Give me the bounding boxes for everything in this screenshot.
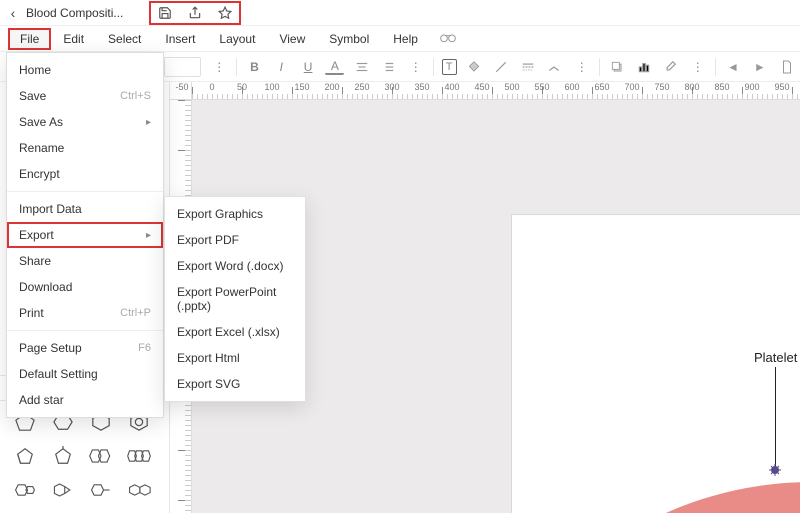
italic-icon[interactable]: I xyxy=(272,57,291,77)
blood-vessel-graphic[interactable] xyxy=(512,415,800,513)
file-menu-rename[interactable]: Rename xyxy=(7,135,163,161)
menu-edit[interactable]: Edit xyxy=(51,28,96,50)
export-export-excel-xlsx-[interactable]: Export Excel (.xlsx) xyxy=(165,319,305,345)
ruler-tick: -50 xyxy=(175,82,188,92)
menu-view[interactable]: View xyxy=(267,28,317,50)
file-menu-share[interactable]: Share xyxy=(7,248,163,274)
export-export-powerpoint-pptx-[interactable]: Export PowerPoint (.pptx) xyxy=(165,279,305,319)
chevron-right-icon: ▸ xyxy=(146,117,151,128)
bold-icon[interactable]: B xyxy=(245,57,264,77)
chart-icon[interactable] xyxy=(634,57,653,77)
back-chevron-icon[interactable]: ‹ xyxy=(6,5,20,21)
align-icon[interactable] xyxy=(352,57,371,77)
ruler-tick: 200 xyxy=(324,82,339,92)
file-menu-default-setting[interactable]: Default Setting xyxy=(7,361,163,387)
file-dropdown: HomeSaveCtrl+SSave As▸RenameEncrypt Impor… xyxy=(6,52,164,418)
file-menu-home[interactable]: Home xyxy=(7,57,163,83)
ruler-tick: 450 xyxy=(474,82,489,92)
file-menu-page-setup[interactable]: Page SetupF6 xyxy=(7,335,163,361)
menu-help[interactable]: Help xyxy=(381,28,430,50)
shape-anthracene[interactable] xyxy=(122,441,156,471)
page[interactable]: Platelet xyxy=(512,215,800,513)
text-tool-icon[interactable]: T xyxy=(442,59,457,75)
shape-naphthalene[interactable] xyxy=(84,441,118,471)
shape-pyrrole[interactable] xyxy=(46,441,80,471)
ruler-tick: 0 xyxy=(209,82,214,92)
ruler-tick: 850 xyxy=(714,82,729,92)
file-menu-encrypt[interactable]: Encrypt xyxy=(7,161,163,187)
export-submenu: Export GraphicsExport PDFExport Word (.d… xyxy=(164,196,306,402)
ruler-tick: 900 xyxy=(744,82,759,92)
file-menu-download[interactable]: Download xyxy=(7,274,163,300)
file-menu-export[interactable]: Export▸ xyxy=(7,222,163,248)
star-icon[interactable] xyxy=(217,5,233,21)
menu-insert[interactable]: Insert xyxy=(153,28,207,50)
font-color-icon[interactable]: A xyxy=(325,59,344,75)
eyedropper-icon[interactable] xyxy=(661,57,680,77)
more-shape-icon[interactable]: ⋮ xyxy=(572,57,591,77)
ruler-tick: 100 xyxy=(264,82,279,92)
ruler-tick: 950 xyxy=(774,82,789,92)
connector-icon[interactable] xyxy=(545,57,564,77)
ruler-tick: 350 xyxy=(414,82,429,92)
shape-cyclopentane[interactable] xyxy=(8,441,42,471)
ruler-tick: 800 xyxy=(684,82,699,92)
ruler-horizontal: -500501001502002503003504004505005506006… xyxy=(192,82,800,100)
ruler-tick: 300 xyxy=(384,82,399,92)
binoculars-icon[interactable] xyxy=(430,27,466,50)
ruler-tick: 50 xyxy=(237,82,247,92)
export-export-word-docx-[interactable]: Export Word (.docx) xyxy=(165,253,305,279)
ruler-tick: 550 xyxy=(534,82,549,92)
file-menu-save[interactable]: SaveCtrl+S xyxy=(7,83,163,109)
prev-page-icon[interactable]: ◄ xyxy=(724,57,743,77)
shape-fused-2[interactable] xyxy=(46,475,80,505)
ruler-tick: 650 xyxy=(594,82,609,92)
line-icon[interactable] xyxy=(491,57,510,77)
titlebar: ‹ Blood Compositi... xyxy=(0,0,800,26)
fill-icon[interactable] xyxy=(465,57,484,77)
file-menu-add-star[interactable]: Add star xyxy=(7,387,163,413)
ruler-tick: 500 xyxy=(504,82,519,92)
save-icon[interactable] xyxy=(157,5,173,21)
shape-fused-4[interactable] xyxy=(122,475,156,505)
shape-fused-1[interactable] xyxy=(8,475,42,505)
shape-fused-3[interactable] xyxy=(84,475,118,505)
more-text-icon[interactable]: ⋮ xyxy=(406,57,425,77)
menu-layout[interactable]: Layout xyxy=(207,28,267,50)
file-menu-import-data[interactable]: Import Data xyxy=(7,196,163,222)
menubar: File Edit Select Insert Layout View Symb… xyxy=(0,26,800,52)
document-title: Blood Compositi... xyxy=(26,6,123,20)
list-icon[interactable] xyxy=(379,57,398,77)
ruler-tick: 150 xyxy=(294,82,309,92)
line-style-icon[interactable] xyxy=(518,57,537,77)
menu-symbol[interactable]: Symbol xyxy=(317,28,381,50)
export-export-html[interactable]: Export Html xyxy=(165,345,305,371)
label-platelet[interactable]: Platelet xyxy=(754,350,797,365)
file-menu-save-as[interactable]: Save As▸ xyxy=(7,109,163,135)
share-icon[interactable] xyxy=(187,5,203,21)
shadow-icon[interactable] xyxy=(608,57,627,77)
next-page-icon[interactable]: ► xyxy=(750,57,769,77)
underline-icon[interactable]: U xyxy=(299,57,318,77)
quick-actions xyxy=(149,1,241,25)
ruler-tick: 700 xyxy=(624,82,639,92)
more-font-icon[interactable]: ⋮ xyxy=(209,57,228,77)
menu-select[interactable]: Select xyxy=(96,28,153,50)
more-tools-icon[interactable]: ⋮ xyxy=(688,57,707,77)
page-icon[interactable] xyxy=(777,57,796,77)
export-export-svg[interactable]: Export SVG xyxy=(165,371,305,397)
file-menu-print[interactable]: PrintCtrl+P xyxy=(7,300,163,326)
ruler-tick: 250 xyxy=(354,82,369,92)
ruler-tick: 600 xyxy=(564,82,579,92)
export-export-pdf[interactable]: Export PDF xyxy=(165,227,305,253)
ruler-tick: 400 xyxy=(444,82,459,92)
font-family-icon[interactable] xyxy=(164,57,202,77)
ruler-tick: 750 xyxy=(654,82,669,92)
menu-file[interactable]: File xyxy=(8,28,51,50)
export-export-graphics[interactable]: Export Graphics xyxy=(165,201,305,227)
chevron-right-icon: ▸ xyxy=(146,230,151,241)
